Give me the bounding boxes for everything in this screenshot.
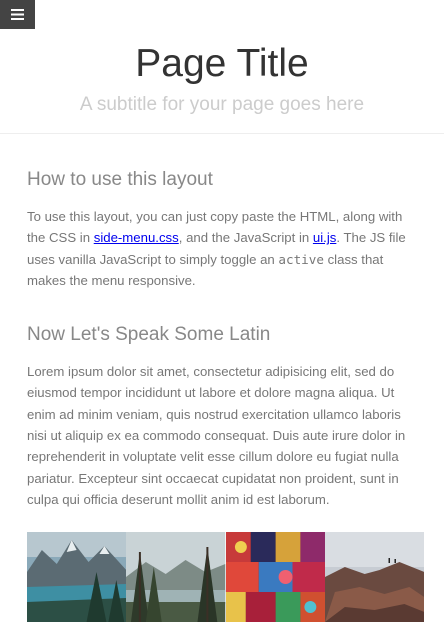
rock-arch-photo <box>324 532 424 622</box>
page-title: Page Title <box>135 42 309 85</box>
active-code-snippet: active <box>278 251 324 267</box>
side-menu-css-link[interactable]: side-menu.css <box>94 230 179 245</box>
latin-paragraph: Lorem ipsum dolor sit amet, consectetur … <box>27 364 406 507</box>
menu-toggle-button[interactable] <box>0 0 35 29</box>
mountain-lake-photo <box>27 532 127 622</box>
market-stall-photo <box>225 532 325 622</box>
forest-lake-photo <box>126 532 226 622</box>
hamburger-icon <box>11 9 24 20</box>
page-subtitle: A subtitle for your page goes here <box>79 94 365 115</box>
how-to-use-paragraph: To use this layout, you can just copy pa… <box>27 206 424 291</box>
ui-js-link[interactable]: ui.js <box>313 230 336 245</box>
main-content: How to use this layout To use this layou… <box>0 167 444 622</box>
section-heading-how-to-use: How to use this layout <box>27 169 213 190</box>
paragraph-text: , and the JavaScript in <box>178 230 313 246</box>
section-heading-latin: Now Let's Speak Some Latin <box>27 324 271 346</box>
photo-gallery <box>27 532 424 622</box>
page-header: Page Title A subtitle for your page goes… <box>0 0 444 134</box>
